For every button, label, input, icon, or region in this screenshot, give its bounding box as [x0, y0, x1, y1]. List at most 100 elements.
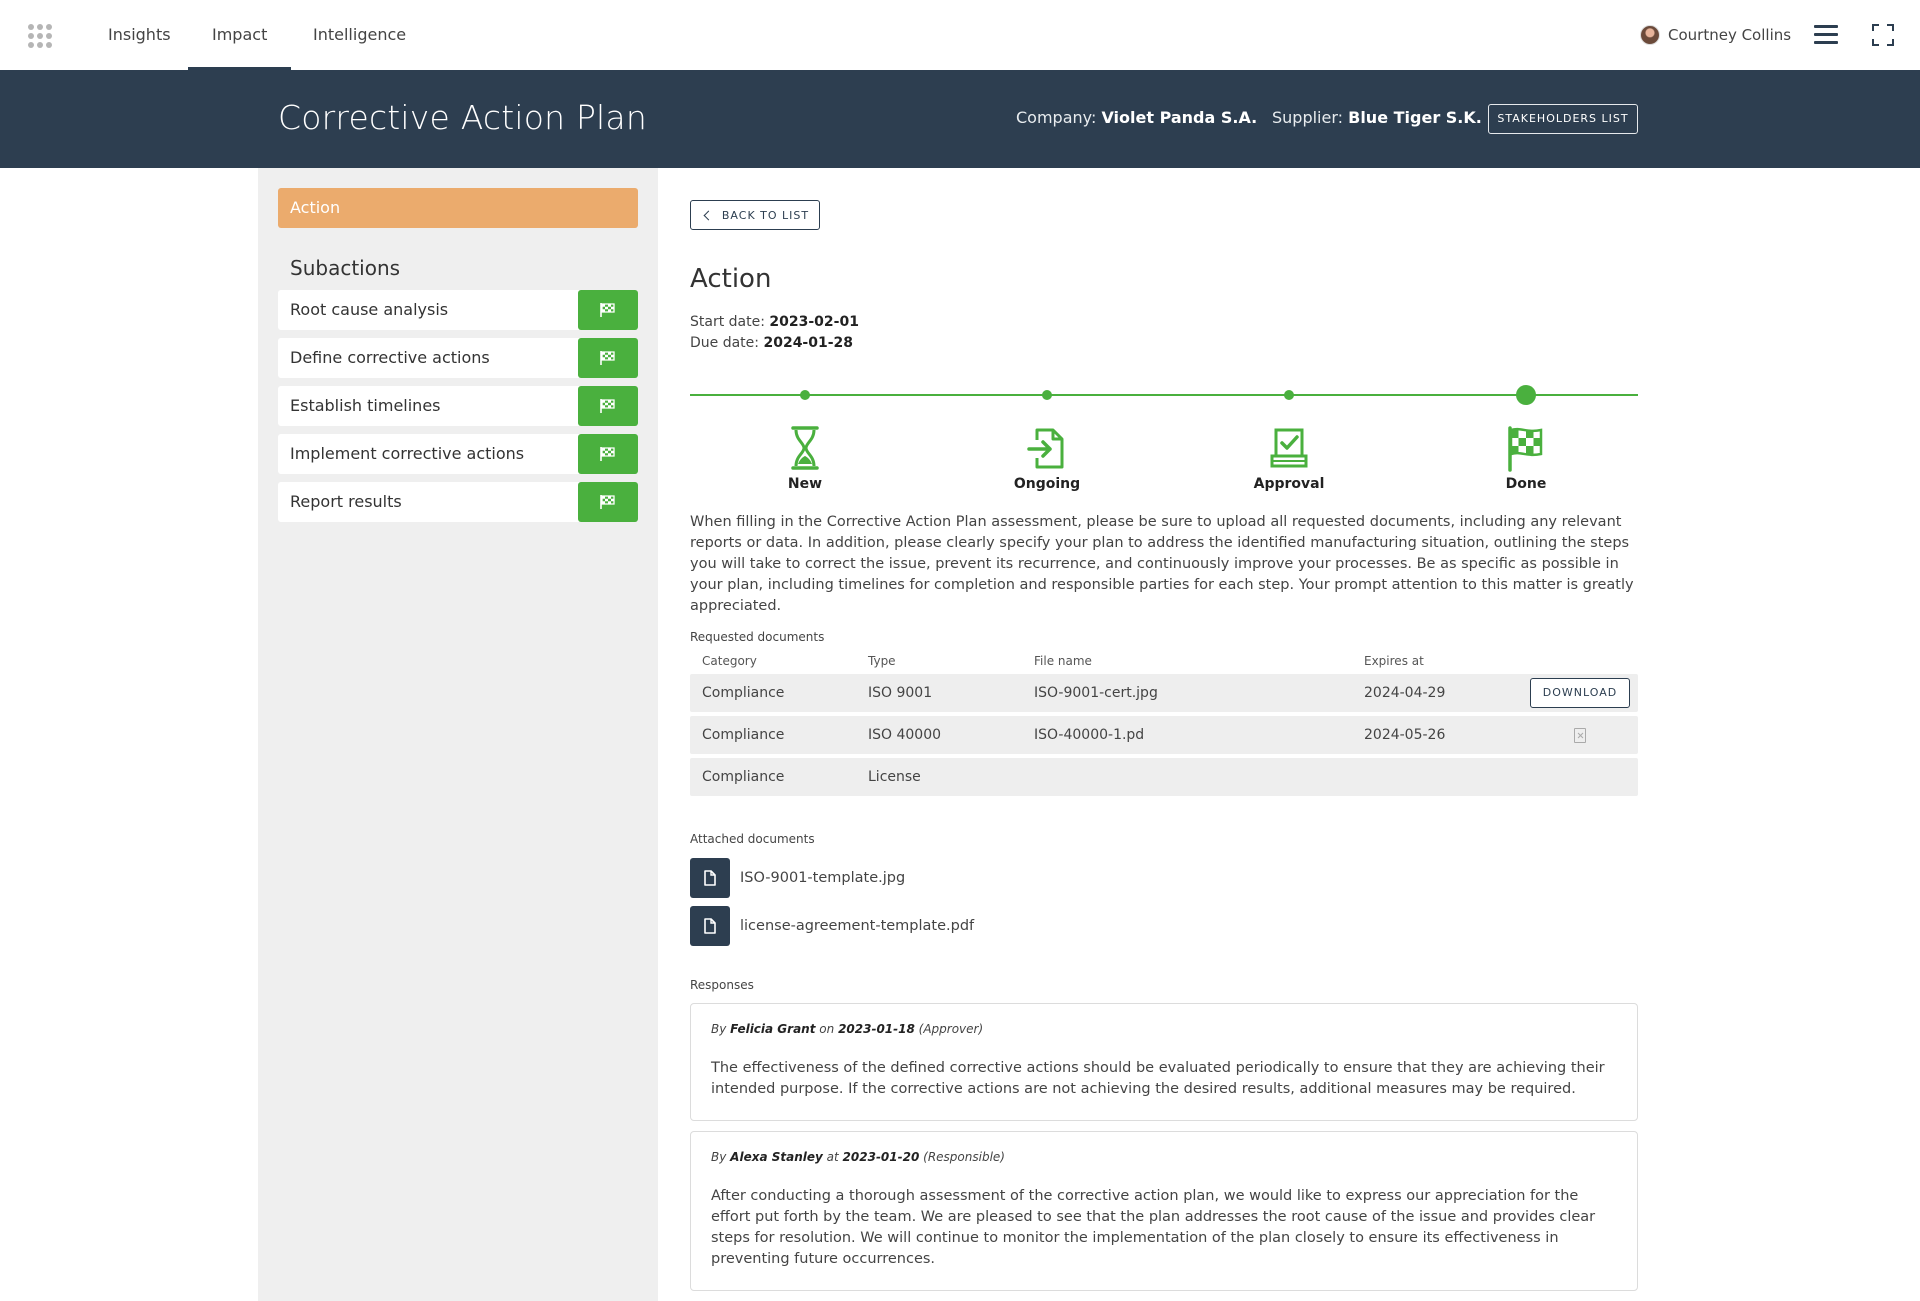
page-header: Corrective Action Plan Company: Violet P… — [0, 70, 1920, 168]
flag-icon — [600, 447, 615, 461]
table-row: Compliance ISO 9001 ISO-9001-cert.jpg 20… — [690, 674, 1638, 712]
table-row: Compliance ISO 40000 ISO-40000-1.pd 2024… — [690, 716, 1638, 754]
subaction-root-cause-analysis[interactable]: Root cause analysis — [278, 290, 638, 330]
flag-icon — [600, 495, 615, 509]
flag-button[interactable] — [578, 338, 638, 378]
response-text: After conducting a thorough assessment o… — [711, 1188, 1596, 1267]
back-to-list-button[interactable]: BACK TO LIST — [690, 200, 820, 230]
cell-type: ISO 40000 — [868, 727, 942, 743]
column-header-expires-at: Expires at — [1364, 654, 1424, 668]
subaction-report-results[interactable]: Report results — [278, 482, 638, 522]
cell-category: Compliance — [702, 769, 785, 785]
checkered-flag-icon — [1508, 426, 1543, 472]
sidebar-item-action[interactable]: Action — [278, 188, 638, 228]
due-date: Due date: 2024-01-28 — [690, 335, 853, 351]
response-date: 2023-01-20 — [842, 1150, 920, 1164]
file-icon — [690, 906, 730, 946]
hamburger-menu-icon[interactable] — [1814, 25, 1838, 45]
chevron-left-icon — [703, 210, 714, 220]
action-description: When filling in the Corrective Action Pl… — [690, 514, 1634, 614]
tab-insights[interactable]: Insights — [108, 0, 171, 70]
avatar — [1640, 25, 1660, 45]
column-header-type: Type — [868, 654, 896, 668]
attached-file-name[interactable]: license-agreement-template.pdf — [740, 918, 974, 934]
flag-button[interactable] — [578, 434, 638, 474]
start-date-value: 2023-02-01 — [769, 314, 859, 330]
cell-file-name: ISO-9001-cert.jpg — [1034, 685, 1158, 701]
company-value: Violet Panda S.A. — [1101, 108, 1258, 127]
column-header-file-name: File name — [1034, 654, 1092, 668]
company-label: Company: — [1016, 108, 1097, 127]
attached-file-name[interactable]: ISO-9001-template.jpg — [740, 870, 905, 886]
page-title: Corrective Action Plan — [278, 98, 647, 137]
tab-intelligence[interactable]: Intelligence — [313, 0, 406, 70]
subaction-label: Implement corrective actions — [290, 444, 525, 463]
hourglass-icon — [791, 426, 819, 470]
requested-documents-heading: Requested documents — [690, 630, 825, 644]
flag-icon — [600, 351, 615, 365]
response-by: By — [711, 1022, 727, 1036]
stakeholders-list-button[interactable]: STAKEHOLDERS LIST — [1488, 104, 1638, 134]
supplier-value: Blue Tiger S.K. — [1348, 108, 1482, 127]
response-connector: on — [819, 1022, 835, 1036]
back-to-list-label: BACK TO LIST — [721, 208, 810, 222]
subaction-label: Define corrective actions — [290, 348, 490, 367]
response-meta: By Alexa Stanley at 2023-01-20 (Responsi… — [711, 1150, 1617, 1164]
start-date-label: Start date: — [690, 314, 765, 330]
company-info: Company: Violet Panda S.A. — [1016, 108, 1257, 127]
flag-icon — [600, 399, 615, 413]
supplier-info: Supplier: Blue Tiger S.K. — [1272, 108, 1482, 127]
response-connector: at — [826, 1150, 839, 1164]
attached-document[interactable]: license-agreement-template.pdf — [690, 906, 974, 946]
cell-category: Compliance — [702, 727, 785, 743]
flag-button[interactable] — [578, 482, 638, 522]
flag-icon — [600, 303, 615, 317]
flag-button[interactable] — [578, 290, 638, 330]
cell-type: ISO 9001 — [868, 685, 933, 701]
cell-type: License — [868, 769, 921, 785]
response-role: (Approver) — [918, 1022, 984, 1036]
due-date-label: Due date: — [690, 335, 760, 351]
response-text: The effectiveness of the defined correct… — [711, 1060, 1605, 1097]
file-import-icon — [1027, 428, 1064, 469]
response-by: By — [711, 1150, 727, 1164]
file-icon — [690, 858, 730, 898]
responses-heading: Responses — [690, 978, 754, 992]
timeline-dot-approval — [1284, 390, 1294, 400]
response-date: 2023-01-18 — [838, 1022, 915, 1036]
timeline-label-approval: Approval — [1253, 476, 1325, 492]
download-button[interactable]: DOWNLOAD — [1530, 678, 1630, 708]
file-missing-icon[interactable] — [1574, 728, 1586, 743]
timeline-dot-done — [1516, 385, 1536, 405]
start-date: Start date: 2023-02-01 — [690, 314, 859, 330]
supplier-label: Supplier: — [1272, 108, 1344, 127]
timeline-dot-new — [800, 390, 810, 400]
subaction-establish-timelines[interactable]: Establish timelines — [278, 386, 638, 426]
response-author: Felicia Grant — [730, 1022, 816, 1036]
top-navigation-bar: Insights Impact Intelligence Courtney Co… — [0, 0, 1920, 70]
subaction-define-corrective-actions[interactable]: Define corrective actions — [278, 338, 638, 378]
attached-document[interactable]: ISO-9001-template.jpg — [690, 858, 905, 898]
subaction-label: Report results — [290, 492, 402, 511]
fullscreen-icon[interactable] — [1872, 24, 1894, 46]
cell-category: Compliance — [702, 685, 785, 701]
response-role: (Responsible) — [923, 1150, 1005, 1164]
column-header-category: Category — [702, 654, 757, 668]
subaction-label: Establish timelines — [290, 396, 441, 415]
action-title: Action — [690, 264, 772, 294]
due-date-value: 2024-01-28 — [763, 335, 854, 351]
flag-button[interactable] — [578, 386, 638, 426]
subaction-implement-corrective-actions[interactable]: Implement corrective actions — [278, 434, 638, 474]
user-name: Courtney Collins — [1668, 26, 1792, 44]
timeline-dot-ongoing — [1042, 390, 1052, 400]
timeline-label-done: Done — [1505, 476, 1547, 492]
response-meta: By Felicia Grant on 2023-01-18 (Approver… — [711, 1022, 1617, 1036]
subactions-heading: Subactions — [290, 256, 401, 280]
response-card: By Felicia Grant on 2023-01-18 (Approver… — [690, 1003, 1638, 1121]
timeline-label-ongoing: Ongoing — [1013, 476, 1081, 492]
user-menu[interactable]: Courtney Collins — [1640, 22, 1791, 48]
timeline-line — [690, 394, 1638, 396]
tab-impact[interactable]: Impact — [187, 0, 292, 70]
apps-grid-icon[interactable] — [28, 24, 52, 48]
cell-expires-at: 2024-05-26 — [1364, 727, 1446, 743]
